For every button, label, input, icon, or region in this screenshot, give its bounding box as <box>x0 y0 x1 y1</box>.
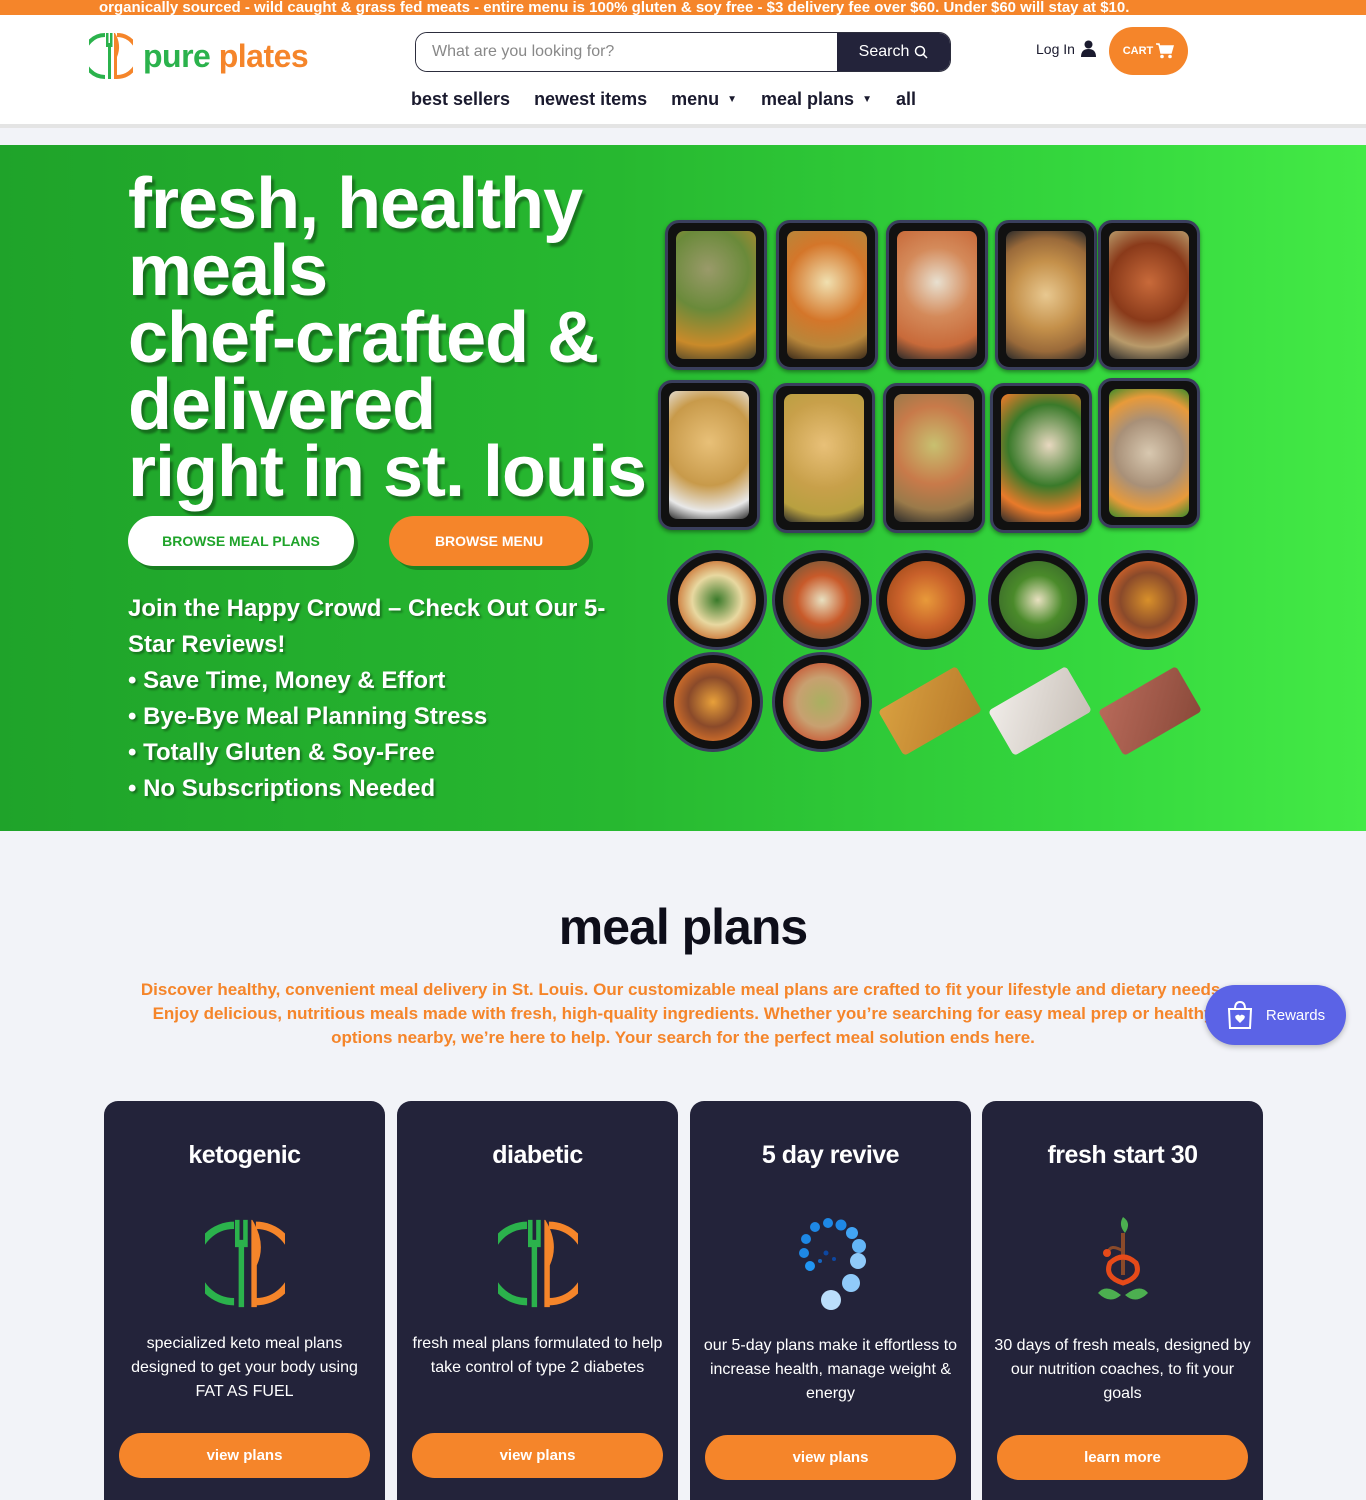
hero-benefit-line: Star Reviews! <box>128 631 286 658</box>
nav-meal-plans[interactable]: meal plans ▼ <box>761 89 872 110</box>
hero-title-line: meals <box>128 231 328 311</box>
nav-all-label: all <box>895 89 916 109</box>
caret-down-icon: ▼ <box>727 94 738 105</box>
meal-bowl <box>667 550 767 650</box>
plan-card-fresh-start-30: fresh start 30 30 days of fresh meals, d… <box>982 1101 1263 1500</box>
meal-tray <box>990 383 1092 533</box>
meals-collage-image <box>655 215 1205 775</box>
meal-tray <box>995 220 1097 370</box>
plan-card-title: diabetic <box>492 1141 583 1169</box>
hero-benefit-line: • Bye-Bye Meal Planning Stress <box>128 703 488 730</box>
protein-bar <box>878 665 982 757</box>
plan-card-title: 5 day revive <box>761 1141 900 1169</box>
plan-card-diabetic: diabetic fresh meal plans formulated to … <box>397 1101 678 1500</box>
rewards-button[interactable]: Rewards <box>1205 985 1346 1045</box>
view-plans-button[interactable]: view plans <box>705 1435 956 1480</box>
hero-title: fresh, healthy meals chef-crafted & deli… <box>128 164 668 512</box>
fork-knife-logo-icon <box>195 1213 295 1313</box>
nav-newest-items-label: newest items <box>534 89 648 109</box>
cart-button[interactable]: CART <box>1109 27 1188 75</box>
announcement-bar: organically sourced - wild caught & gras… <box>0 0 1366 15</box>
hero-benefit-line: Join the Happy Crowd – Check Out Our 5- <box>128 595 606 622</box>
shopping-bag-heart-icon <box>1227 1000 1252 1029</box>
nav-all[interactable]: all <box>896 89 916 110</box>
search-bar: Search <box>415 32 951 72</box>
hero-benefit-line: • Totally Gluten & Soy-Free <box>128 739 435 766</box>
plan-card-description: our 5-day plans make it effortless to in… <box>703 1337 958 1402</box>
meal-plans-description-line: Enjoy delicious, nutritious meals made w… <box>152 1004 1214 1023</box>
nav-menu-label: menu <box>671 89 720 109</box>
site-header: pure plates Search Log In CART best sell… <box>0 15 1366 128</box>
meal-tray <box>883 383 985 533</box>
meal-plans-description-line: Discover healthy, convenient meal delive… <box>140 980 1226 999</box>
meal-tray <box>886 220 988 370</box>
logo-word-pure: pure <box>143 37 211 74</box>
blue-dots-spiral-icon <box>781 1213 881 1313</box>
meal-bowl <box>1098 550 1198 650</box>
search-button[interactable]: Search <box>837 33 950 71</box>
plan-card-ketogenic: ketogenic specialized keto meal plans de… <box>104 1101 385 1500</box>
browse-meal-plans-button[interactable]: BROWSE MEAL PLANS <box>128 516 354 566</box>
meal-tray <box>658 380 760 530</box>
login-link[interactable]: Log In <box>1036 40 1096 57</box>
user-icon <box>1080 40 1096 57</box>
main-nav: best sellers newest items menu ▼ meal pla… <box>411 89 916 110</box>
hero-banner: fresh, healthy meals chef-crafted & deli… <box>0 145 1366 831</box>
hero-title-line: chef-crafted & <box>128 298 599 378</box>
meal-tray <box>1098 378 1200 528</box>
fork-knife-logo-icon <box>488 1213 588 1313</box>
cart-label: CART <box>1122 45 1154 57</box>
hero-title-line: right in st. louis <box>128 432 647 512</box>
fork-knife-logo-icon <box>89 33 133 79</box>
plan-card-title: ketogenic <box>188 1141 301 1169</box>
hero-title-line: delivered <box>128 365 436 445</box>
meal-bowl <box>988 550 1088 650</box>
nav-best-sellers-label: best sellers <box>411 89 511 109</box>
plan-card-description: specialized keto meal plans designed to … <box>131 1335 358 1400</box>
meal-bowl <box>772 652 872 752</box>
plan-card-description: 30 days of fresh meals, designed by our … <box>994 1337 1251 1402</box>
nav-menu[interactable]: menu ▼ <box>671 89 737 110</box>
plan-card-5-day-revive: 5 day revive our 5-day plans make it eff… <box>690 1101 971 1500</box>
protein-bar <box>988 665 1092 757</box>
caret-down-icon: ▼ <box>862 94 872 105</box>
meal-bowl <box>663 652 763 752</box>
hero-benefit-line: • No Subscriptions Needed <box>128 775 436 802</box>
hero-title-line: fresh, healthy <box>128 164 583 244</box>
meal-tray <box>776 220 878 370</box>
view-plans-button[interactable]: view plans <box>412 1433 663 1478</box>
hero-benefit-line: • Save Time, Money & Effort <box>128 667 446 694</box>
search-input[interactable] <box>416 33 837 71</box>
rewards-label: Rewards <box>1265 1006 1326 1024</box>
meal-bowl <box>876 550 976 650</box>
meal-tray <box>1098 220 1200 370</box>
protein-bar <box>1098 665 1202 757</box>
nav-newest-items[interactable]: newest items <box>534 89 647 110</box>
plan-card-description: fresh meal plans formulated to help take… <box>412 1335 663 1376</box>
meal-tray <box>773 383 875 533</box>
meal-plans-heading: meal plans <box>558 899 808 955</box>
browse-menu-button[interactable]: BROWSE MENU <box>389 516 589 566</box>
nav-meal-plans-label: meal plans <box>761 89 855 109</box>
meal-plans-description-line: options nearby, we’re here to help. Your… <box>331 1028 1035 1047</box>
meal-plans-description: Discover healthy, convenient meal delive… <box>113 978 1253 1050</box>
meal-tray <box>665 220 767 370</box>
nav-best-sellers[interactable]: best sellers <box>411 89 510 110</box>
learn-more-button[interactable]: learn more <box>997 1435 1248 1480</box>
search-icon <box>915 45 928 59</box>
hero-benefits: Join the Happy Crowd – Check Out Our 5- … <box>128 591 658 807</box>
logo[interactable]: pure plates <box>89 31 309 81</box>
plan-card-title: fresh start 30 <box>1047 1141 1198 1169</box>
logo-word-plates: plates <box>218 37 309 74</box>
search-button-label: Search <box>858 43 910 60</box>
meal-bowl <box>772 550 872 650</box>
cart-icon <box>1156 43 1175 59</box>
view-plans-button[interactable]: view plans <box>119 1433 370 1478</box>
sprout-plant-icon <box>1073 1213 1173 1313</box>
login-label: Log In <box>1036 40 1075 57</box>
